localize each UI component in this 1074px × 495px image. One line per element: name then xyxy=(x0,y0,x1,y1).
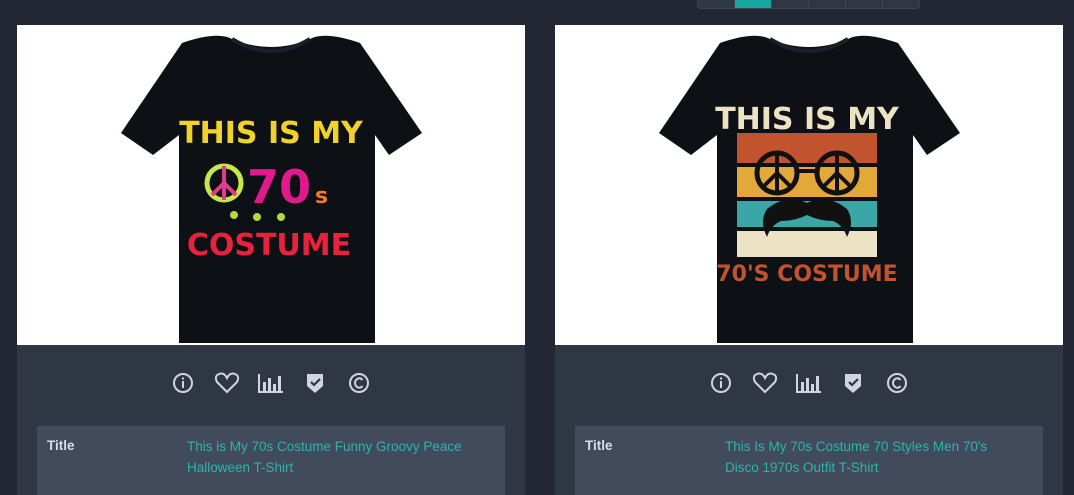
page-button-2[interactable] xyxy=(735,0,772,8)
page-button-6[interactable] xyxy=(883,0,919,8)
heart-icon[interactable] xyxy=(749,370,781,396)
info-icon[interactable] xyxy=(167,370,199,396)
shirt-text-top: THIS IS MY xyxy=(179,116,364,151)
shirt-text-bottom: COSTUME xyxy=(187,228,351,263)
page-button-5[interactable] xyxy=(846,0,883,8)
copyright-icon[interactable] xyxy=(881,370,913,396)
heart-icon[interactable] xyxy=(211,370,243,396)
title-line-1[interactable]: This is My 70s Costume Funny Groovy Peac… xyxy=(187,436,495,457)
product-title-link[interactable]: This is My 70s Costume Funny Groovy Peac… xyxy=(187,436,495,483)
title-label: Title xyxy=(47,438,75,453)
shield-check-icon[interactable] xyxy=(837,370,869,396)
title-line-2[interactable]: Disco 1970s Outfit T-Shirt xyxy=(725,457,1033,478)
page-button-3[interactable] xyxy=(772,0,809,8)
action-bar xyxy=(555,370,1063,396)
bar-chart-icon[interactable] xyxy=(793,370,825,396)
product-image[interactable]: THIS IS MY 70 s COSTUME xyxy=(17,25,525,345)
shirt-text-bottom: 70'S COSTUME xyxy=(716,262,897,287)
title-label: Title xyxy=(585,438,613,453)
title-line-2[interactable]: Halloween T-Shirt xyxy=(187,457,495,478)
title-line-1[interactable]: This Is My 70s Costume 70 Styles Men 70'… xyxy=(725,436,1033,457)
product-card: THIS IS MY 70'S COSTUME Title This Is My… xyxy=(555,25,1063,495)
page-button-1[interactable] xyxy=(698,0,735,8)
product-title-link[interactable]: This Is My 70s Costume 70 Styles Men 70'… xyxy=(725,436,1033,483)
pagination xyxy=(697,0,920,9)
shirt-text-middle: 70 xyxy=(247,160,311,214)
shirt-text-suffix: s xyxy=(315,184,328,209)
product-image[interactable]: THIS IS MY 70'S COSTUME xyxy=(555,25,1063,345)
shirt-text-top: THIS IS MY xyxy=(715,102,900,137)
copyright-icon[interactable] xyxy=(343,370,375,396)
bar-chart-icon[interactable] xyxy=(255,370,287,396)
page-button-4[interactable] xyxy=(809,0,846,8)
info-icon[interactable] xyxy=(705,370,737,396)
shield-check-icon[interactable] xyxy=(299,370,331,396)
product-card: THIS IS MY 70 s COSTUME Title This is My… xyxy=(17,25,525,495)
title-row: Title This is My 70s Costume Funny Groov… xyxy=(37,426,505,495)
action-bar xyxy=(17,370,525,396)
title-row: Title This Is My 70s Costume 70 Styles M… xyxy=(575,426,1043,495)
